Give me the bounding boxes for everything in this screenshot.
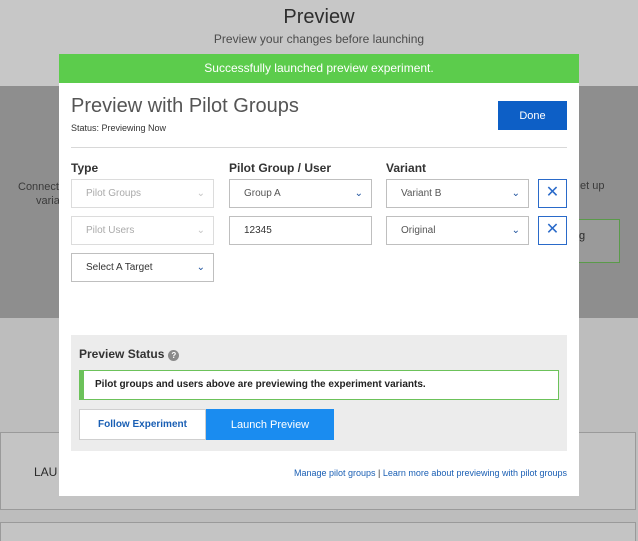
- preview-status-title-text: Preview Status: [79, 347, 165, 361]
- chevron-down-icon: ⌄: [354, 188, 363, 199]
- chevron-down-icon: ⌄: [196, 225, 205, 236]
- target-select-value: Select A Target: [86, 262, 153, 273]
- modal-status: Status: Previewing Now: [71, 123, 167, 133]
- pilot-user-input[interactable]: 12345: [229, 216, 372, 245]
- type-select-row-1: Pilot Groups ⌄: [71, 179, 214, 208]
- type-select-row-2-value: Pilot Users: [86, 225, 135, 236]
- follow-experiment-button[interactable]: Follow Experiment: [79, 409, 206, 440]
- variant-select-row-2[interactable]: Original ⌄: [386, 216, 529, 245]
- launch-preview-button[interactable]: Launch Preview: [206, 409, 334, 440]
- footer-links: Manage pilot groups | Learn more about p…: [294, 468, 567, 478]
- target-select[interactable]: Select A Target ⌄: [71, 253, 214, 282]
- background-card-2: [0, 522, 636, 541]
- pilot-header: Pilot Group / User: [229, 161, 332, 175]
- preview-modal: Preview with Pilot Groups Status: Previe…: [59, 83, 579, 496]
- background-subtitle: Preview your changes before launching: [213, 32, 425, 46]
- background-right-text: et up: [580, 180, 605, 192]
- background-left-text-line-2: varia: [36, 195, 60, 207]
- close-icon: ✕: [545, 221, 560, 238]
- help-icon[interactable]: ?: [168, 350, 180, 361]
- preview-status-message: Pilot groups and users above are preview…: [79, 370, 559, 400]
- learn-more-link[interactable]: Learn more about previewing with pilot g…: [383, 468, 567, 478]
- background-title: Preview: [283, 6, 355, 28]
- type-header: Type: [71, 161, 99, 175]
- type-select-row-2: Pilot Users ⌄: [71, 216, 214, 245]
- pilot-group-select[interactable]: Group A ⌄: [229, 179, 372, 208]
- link-separator: |: [378, 468, 381, 478]
- pilot-group-select-value: Group A: [244, 188, 281, 199]
- chevron-down-icon: ⌄: [196, 262, 205, 273]
- preview-status-title: Preview Status?: [79, 347, 180, 361]
- remove-row-1-button[interactable]: ✕: [538, 179, 567, 208]
- manage-pilot-groups-link[interactable]: Manage pilot groups: [294, 468, 376, 478]
- variant-header: Variant: [386, 161, 427, 175]
- success-banner: Successfully launched preview experiment…: [59, 54, 579, 83]
- background-launch-label: LAU: [34, 465, 58, 479]
- variant-select-row-1-value: Variant B: [401, 188, 442, 199]
- background-left-text: Connect varia: [18, 180, 60, 208]
- modal-divider: [71, 147, 567, 148]
- type-select-row-1-value: Pilot Groups: [86, 188, 142, 199]
- background-left-text-line-1: Connect: [18, 181, 59, 193]
- done-button[interactable]: Done: [498, 101, 567, 130]
- chevron-down-icon: ⌄: [511, 188, 520, 199]
- remove-row-2-button[interactable]: ✕: [538, 216, 567, 245]
- preview-status-panel: Preview Status? Pilot groups and users a…: [71, 335, 567, 451]
- chevron-down-icon: ⌄: [196, 188, 205, 199]
- variant-select-row-2-value: Original: [401, 225, 436, 236]
- close-icon: ✕: [545, 184, 560, 201]
- chevron-down-icon: ⌄: [511, 225, 520, 236]
- variant-select-row-1[interactable]: Variant B ⌄: [386, 179, 529, 208]
- modal-title: Preview with Pilot Groups: [71, 95, 299, 117]
